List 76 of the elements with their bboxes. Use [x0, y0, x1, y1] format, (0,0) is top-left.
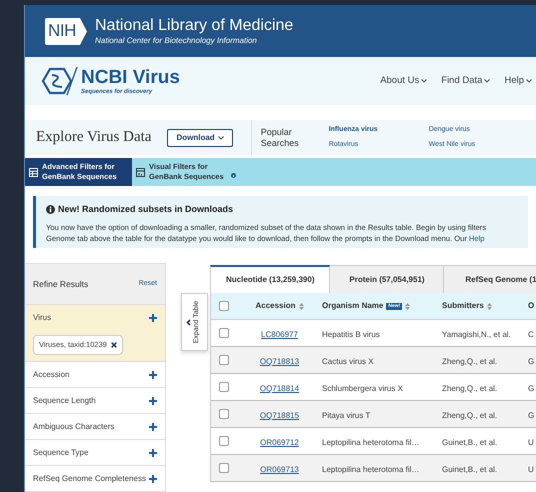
nav-menu[interactable]: Find Data — [441, 74, 490, 88]
accession-link[interactable]: OQ718813 — [260, 357, 300, 366]
refine-title: Refine Results — [33, 278, 88, 290]
accession-link[interactable]: OQ718815 — [260, 411, 300, 420]
header-title: National Library of Medicine — [95, 18, 294, 34]
filter-label: Sequence Length — [33, 394, 96, 406]
table-icon — [29, 168, 38, 176]
chevron-left-icon — [186, 318, 192, 326]
table-cell: C — [528, 330, 534, 339]
chevron-down-icon — [421, 79, 428, 83]
page-title: Explore Virus Data — [36, 128, 152, 148]
filter-label: RefSeq Genome Completeness — [33, 472, 146, 484]
table-cell: Zheng,Q., et al. — [442, 411, 498, 420]
table-cell: Cactus virus X — [322, 357, 374, 366]
accession-link[interactable]: OR069712 — [260, 438, 299, 447]
close-icon[interactable] — [110, 342, 117, 348]
chevron-down-icon — [484, 79, 490, 83]
plus-icon[interactable] — [149, 448, 157, 456]
notice-title: New! Randomized subsets in Downloads — [58, 203, 234, 216]
row-checkbox[interactable] — [219, 409, 229, 419]
info-icon — [231, 173, 236, 178]
row-checkbox[interactable] — [219, 355, 229, 365]
chevron-down-icon — [526, 79, 532, 83]
accession-link[interactable]: OQ718814 — [260, 384, 300, 393]
filter-label: Virus — [33, 312, 52, 324]
plus-icon[interactable] — [149, 396, 157, 404]
accession-link[interactable]: LC806977 — [261, 330, 298, 339]
column-header[interactable]: O — [528, 300, 534, 312]
brand-name[interactable]: NCBI Virus — [81, 68, 180, 86]
column-header[interactable]: Accession — [255, 300, 296, 312]
nav-menu[interactable]: Help — [504, 74, 532, 88]
header-subtitle: National Center for Biotechnology Information — [95, 36, 258, 44]
row-checkbox[interactable] — [219, 328, 229, 338]
plus-icon[interactable] — [149, 474, 157, 482]
table-cell: U — [528, 465, 534, 474]
info-icon — [46, 205, 55, 214]
table-cell: U — [528, 438, 534, 447]
plus-icon[interactable] — [149, 422, 157, 430]
result-tab[interactable]: Protein (57,054,951) — [330, 265, 444, 293]
table-cell: Zheng,Q., et al. — [442, 357, 498, 366]
download-button[interactable]: Download — [167, 128, 233, 146]
table-cell: Leptopilina heterotoma fil… — [322, 438, 420, 447]
table-cell: G — [528, 357, 534, 366]
table-cell: G — [528, 384, 534, 393]
hexagon-logo-icon — [40, 66, 78, 96]
sort-icon[interactable] — [486, 302, 492, 310]
table-cell: Zheng,Q., et al. — [442, 384, 498, 393]
table-cell: Yamagishi,N., et al. — [442, 330, 511, 339]
select-all-checkbox[interactable] — [219, 301, 229, 311]
nih-logo[interactable]: NIH — [45, 18, 87, 44]
popular-searches-label: Popular Searches — [260, 126, 300, 148]
row-checkbox[interactable] — [219, 463, 229, 473]
filter-label: Accession — [33, 368, 70, 380]
plus-icon[interactable] — [149, 370, 157, 378]
column-header[interactable]: Organism Name — [322, 300, 384, 312]
column-header[interactable]: Submitters — [442, 300, 484, 312]
table-cell: Guinet,B., et al. — [442, 465, 498, 474]
nav-menu[interactable]: About Us — [380, 74, 428, 88]
filter-label: Ambiguous Characters — [33, 420, 114, 432]
row-checkbox[interactable] — [219, 382, 229, 392]
table-cell: G — [528, 411, 534, 420]
table-cell: Pitaya virus T — [322, 411, 370, 420]
table-cell: Hepatitis B virus — [322, 330, 380, 339]
table-cell: Guinet,B., et al. — [442, 438, 498, 447]
chevron-down-icon — [218, 136, 224, 140]
plus-icon[interactable] — [149, 314, 157, 322]
table-cell: Schlumbergera virus X — [322, 384, 403, 393]
sort-icon[interactable] — [405, 302, 410, 310]
accession-link[interactable]: OR069713 — [260, 465, 299, 474]
result-tab[interactable]: RefSeq Genome (1 — [444, 265, 536, 293]
filter-label: Sequence Type — [33, 446, 88, 458]
row-checkbox[interactable] — [219, 436, 229, 446]
sort-icon[interactable] — [298, 302, 304, 310]
result-tab[interactable]: Nucleotide (13,259,390) — [210, 265, 330, 293]
table-cell: Leptopilina heterotoma fil… — [322, 465, 420, 474]
chart-icon — [136, 168, 145, 176]
